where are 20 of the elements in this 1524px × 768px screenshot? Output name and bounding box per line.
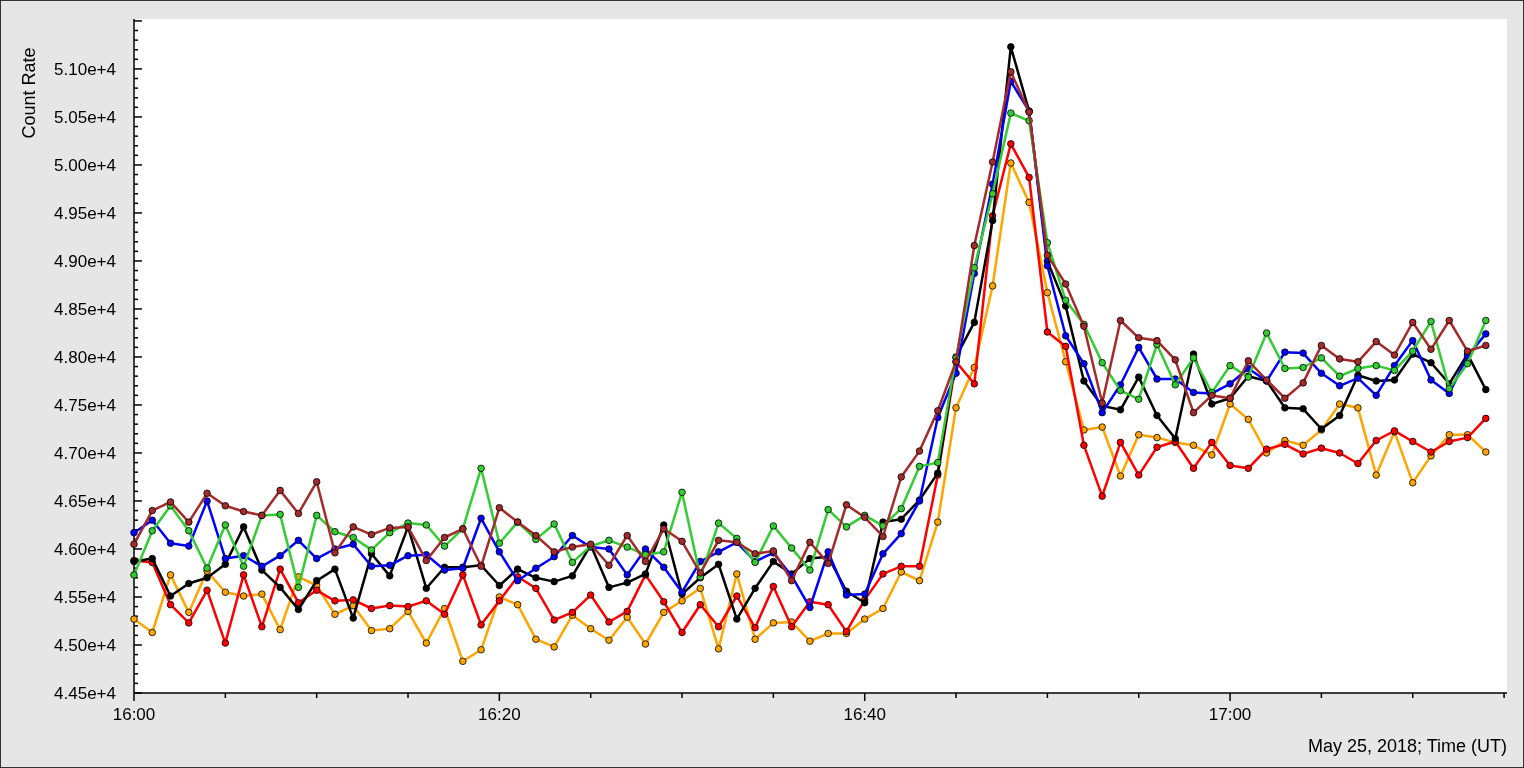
- x-axis-title: May 25, 2018; Time (UT): [1307, 736, 1507, 756]
- y-tick-label: 4.75e+4: [54, 395, 116, 415]
- y-tick-label: 5.00e+4: [54, 155, 116, 175]
- y-tick-label: 4.50e+4: [54, 636, 116, 655]
- y-tick-label: 4.95e+4: [54, 203, 116, 223]
- x-tick-label: 16:00: [112, 705, 156, 724]
- y-tick-label: 4.80e+4: [54, 347, 116, 367]
- y-tick-label: 5.10e+4: [54, 59, 116, 79]
- y-tick-label: 5.05e+4: [54, 107, 116, 127]
- y-tick-label: 4.55e+4: [54, 588, 116, 607]
- x-tick-label: 16:20: [478, 705, 521, 724]
- x-tick-label: 16:40: [843, 705, 886, 724]
- y-tick-label: 4.60e+4: [54, 540, 116, 559]
- y-axis-title: Count Rate: [19, 47, 39, 139]
- y-tick-label: 4.65e+4: [54, 492, 116, 511]
- y-tick-label: 4.45e+4: [54, 684, 116, 703]
- y-tick-label: 4.90e+4: [54, 251, 116, 271]
- y-tick-label: 4.70e+4: [54, 443, 116, 463]
- x-tick-label: 17:00: [1208, 705, 1252, 724]
- y-tick-label: 4.85e+4: [54, 299, 116, 319]
